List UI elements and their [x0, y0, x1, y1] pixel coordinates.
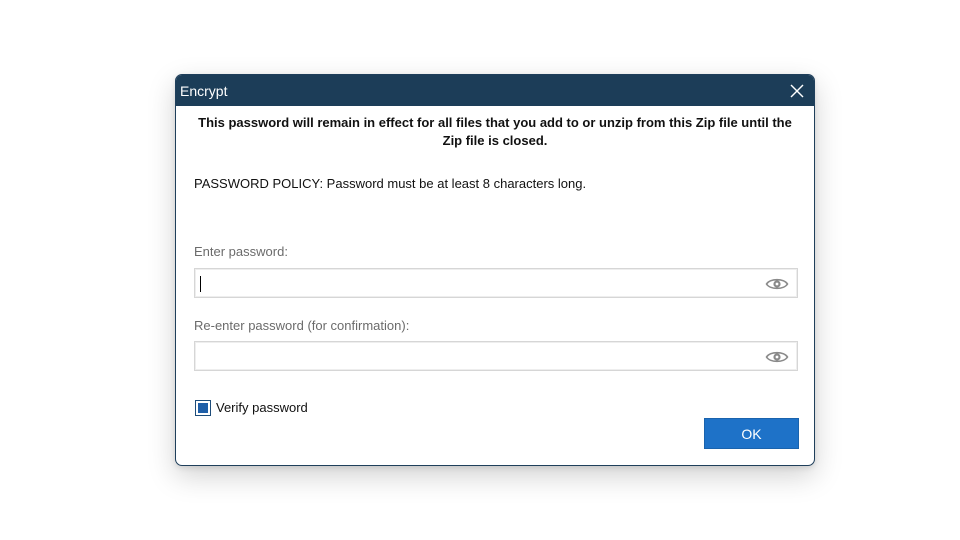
- verify-password-checkbox[interactable]: [195, 400, 211, 416]
- enter-password-label: Enter password:: [194, 244, 288, 259]
- text-cursor: [200, 276, 201, 292]
- desktop-background: Encrypt This password will remain in eff…: [0, 0, 960, 540]
- title-bar: Encrypt: [176, 75, 814, 106]
- close-button[interactable]: [780, 75, 814, 106]
- verify-password-option[interactable]: Verify password: [195, 399, 308, 417]
- eye-icon[interactable]: [765, 275, 789, 293]
- password-notice: This password will remain in effect for …: [198, 115, 792, 148]
- close-icon: [790, 84, 804, 97]
- password-field[interactable]: [194, 268, 798, 298]
- password-policy: PASSWORD POLICY: Password must be at lea…: [194, 176, 587, 191]
- confirm-password-input[interactable]: [199, 345, 754, 367]
- ok-button[interactable]: OK: [704, 418, 799, 449]
- password-input[interactable]: [199, 272, 754, 294]
- checkbox-checked-indicator: [198, 403, 208, 413]
- verify-password-label: Verify password: [216, 400, 308, 415]
- dialog-title: Encrypt: [180, 83, 228, 99]
- confirm-password-label: Re-enter password (for confirmation):: [194, 318, 410, 333]
- encrypt-dialog: Encrypt This password will remain in eff…: [175, 74, 815, 466]
- confirm-password-field[interactable]: [194, 341, 798, 371]
- eye-icon[interactable]: [765, 348, 789, 366]
